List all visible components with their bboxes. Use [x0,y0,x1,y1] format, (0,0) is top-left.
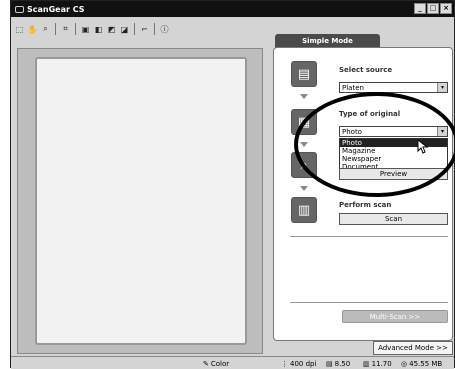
document-type-icon: ▦ [291,109,317,135]
zoom-icon[interactable]: ⌕ [40,24,51,35]
resolution-icon: ⋮ [281,360,288,368]
color-icon[interactable]: ▣ [80,24,91,35]
scan-printer-icon: ▥ [291,197,317,223]
crop-icon[interactable]: ⌗ [60,24,71,35]
height-icon: ▥ [363,360,370,368]
source-select[interactable]: Platen ▾ [339,82,448,93]
panel-divider [290,302,448,303]
preview-page[interactable] [35,57,247,345]
mirror-icon[interactable]: ◧ [93,24,104,35]
select-source-label: Select source [339,66,393,74]
color-mode-icon: ✎ [203,360,209,368]
type-dropdown-list: Photo Magazine Newspaper Document [339,138,448,172]
scangear-window: ScanGear CS _ □ × ⬚ ✋ ⌕ ⌗ ▣ ◧ ◩ ◪ ⌐ ⓘ Si… [10,0,455,369]
select-area-icon[interactable]: ⬚ [14,24,25,35]
maximize-button[interactable]: □ [427,3,439,14]
file-size-value: 45.55 MB [409,360,443,368]
preview-area [17,48,263,354]
width-icon: ▤ [326,360,333,368]
width-value: 8.50 [334,360,351,368]
toolbar-separator [134,23,135,35]
step-arrow-icon [300,186,308,191]
preview-button[interactable]: Preview [339,168,448,180]
window-title: ScanGear CS [27,4,85,14]
scanner-source-icon: ▤ [291,61,317,87]
panel-divider [290,236,448,237]
window-controls: _ □ × [414,3,452,14]
simple-mode-panel: ▤ Select source Platen ▾ ▦ Type of origi… [273,47,453,341]
resolution-value: 400 dpi [290,360,317,368]
toolbar-separator [75,23,76,35]
type-of-original-label: Type of original [339,110,401,118]
title-bar: ScanGear CS _ □ × [11,1,454,17]
minimize-button[interactable]: _ [414,3,426,14]
type-select-value: Photo [342,127,362,136]
status-bar: ✎ Color ⋮ 400 dpi ▤ 8.50 ▥ 11.70 ◎ 45.55… [11,356,454,369]
dropdown-option-magazine[interactable]: Magazine [340,147,447,155]
height-value: 11.70 [371,360,392,368]
hand-icon[interactable]: ✋ [27,24,38,35]
toolbar: ⬚ ✋ ⌕ ⌗ ▣ ◧ ◩ ◪ ⌐ ⓘ [11,18,454,40]
chevron-down-icon: ▾ [437,83,447,92]
toolbar-separator [55,23,56,35]
type-of-original-select[interactable]: Photo ▾ [339,126,448,137]
source-select-value: Platen [342,83,364,92]
rotate-right-icon[interactable]: ◪ [119,24,130,35]
close-button[interactable]: × [440,3,452,14]
scan-button[interactable]: Scan [339,213,448,225]
multiscan-button[interactable]: Multi-Scan >> [342,310,448,323]
preferences-icon[interactable]: ⌐ [139,24,150,35]
color-mode-value: Color [210,360,230,368]
simple-mode-tab[interactable]: Simple Mode [275,34,380,48]
step-arrow-icon [300,94,308,99]
preview-magnifier-icon: ⌕ [291,152,317,178]
rotate-left-icon[interactable]: ◩ [106,24,117,35]
dropdown-option-newspaper[interactable]: Newspaper [340,155,447,163]
mouse-cursor-icon [417,139,429,154]
info-icon[interactable]: ⓘ [159,24,170,35]
perform-scan-label: Perform scan [339,201,392,209]
chevron-down-icon: ▾ [437,127,447,136]
advanced-mode-button[interactable]: Advanced Mode >> [373,341,453,355]
file-size-icon: ◎ [401,360,408,368]
scanner-app-icon [15,5,24,13]
toolbar-separator [154,23,155,35]
dropdown-option-photo[interactable]: Photo [340,139,447,147]
step-arrow-icon [300,142,308,147]
